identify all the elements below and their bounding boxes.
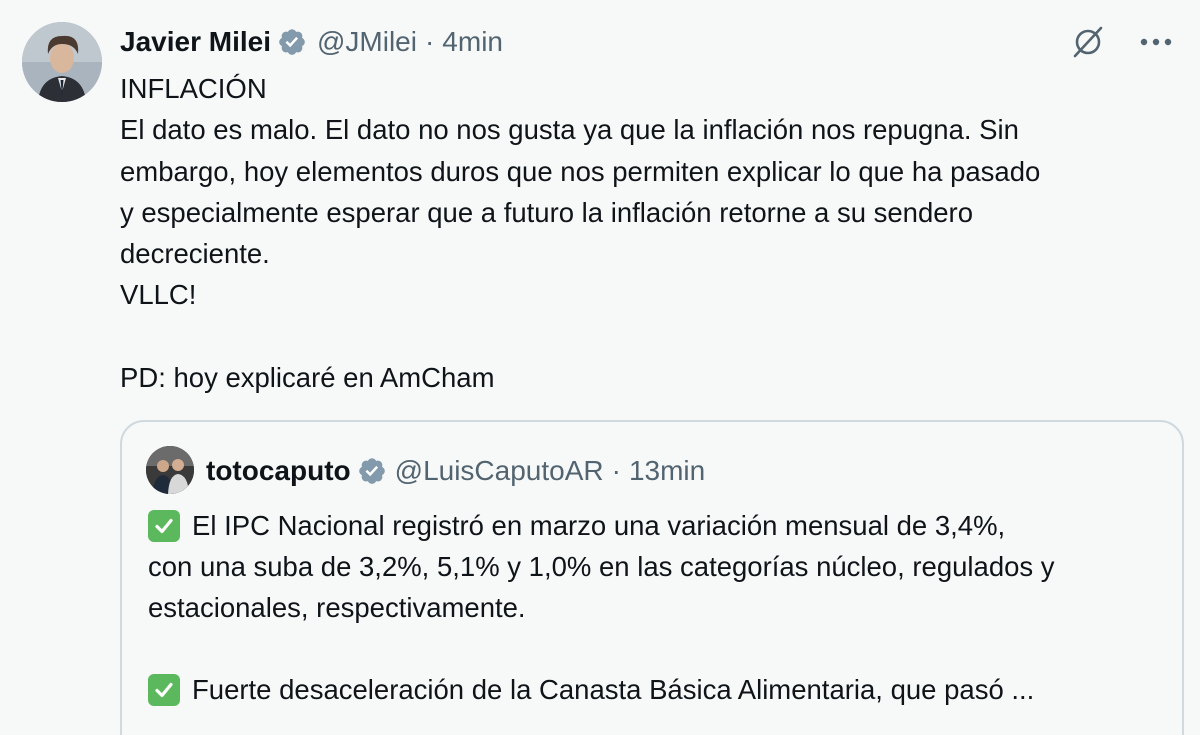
tweet-header: Javier Milei @JMilei · 4min — [120, 24, 503, 60]
quoted-text-line: El IPC Nacional registró en marzo una va… — [148, 505, 1168, 546]
tweet-text-line: embargo, hoy elementos duros que nos per… — [120, 155, 1041, 187]
quoted-text: estacionales, respectivamente. — [148, 592, 526, 623]
tweet[interactable]: Javier Milei @JMilei · 4min INFLACIÓN El… — [0, 0, 1200, 735]
tweet-text-line: INFLACIÓN — [120, 73, 267, 104]
quoted-author-avatar[interactable] — [146, 446, 194, 494]
quoted-author-name[interactable]: totocaputo — [206, 455, 351, 487]
quoted-tweet-header: totocaputo @LuisCaputoAR · 13min — [206, 452, 705, 490]
quoted-text-line: estacionales, respectivamente. — [148, 587, 1168, 628]
more-options-icon[interactable] — [1136, 22, 1176, 62]
author-handle[interactable]: @JMilei — [317, 26, 417, 58]
tweet-actions — [1068, 22, 1176, 62]
avatar-image — [22, 22, 102, 102]
quoted-text-line: con una suba de 3,2%, 5,1% y 1,0% en las… — [148, 546, 1168, 587]
quoted-tweet-card[interactable]: totocaputo @LuisCaputoAR · 13min El IPC … — [120, 420, 1184, 735]
grok-icon[interactable] — [1068, 22, 1108, 62]
check-mark-icon — [148, 673, 180, 706]
quoted-tweet-text: El IPC Nacional registró en marzo una va… — [148, 505, 1168, 710]
quoted-text: con una suba de 3,2%, 5,1% y 1,0% en las… — [148, 551, 1055, 582]
tweet-text: INFLACIÓN El dato es malo. El dato no no… — [120, 68, 1185, 398]
verified-badge-icon[interactable] — [277, 27, 307, 57]
tweet-text-line: y especialmente esperar que a futuro la … — [120, 196, 974, 228]
author-avatar[interactable] — [22, 22, 102, 102]
quoted-avatar-image — [146, 446, 194, 494]
author-name[interactable]: Javier Milei — [120, 26, 271, 58]
tweet-text-line: El dato es malo. El dato no nos gusta ya… — [120, 114, 1019, 146]
separator-dot: · — [611, 455, 621, 486]
tweet-timestamp[interactable]: 4min — [442, 26, 503, 58]
tweet-text-line: PD: hoy explicaré en AmCham — [120, 362, 495, 394]
quoted-tweet-timestamp[interactable]: 13min — [629, 455, 705, 487]
tweet-text-line: decreciente. — [120, 238, 270, 270]
quoted-text: El IPC Nacional registró en marzo una va… — [192, 510, 1006, 541]
quoted-text-blank-line — [148, 628, 1168, 669]
check-mark-icon — [148, 509, 180, 542]
quoted-text-line: Fuerte desaceleración de la Canasta Bási… — [148, 669, 1168, 710]
quoted-verified-badge-icon[interactable] — [357, 456, 387, 486]
separator-dot: · — [424, 26, 435, 57]
quoted-text: Fuerte desaceleración de la Canasta Bási… — [192, 674, 1035, 705]
tweet-text-line: VLLC! — [120, 279, 197, 311]
quoted-author-handle[interactable]: @LuisCaputoAR — [395, 455, 604, 487]
